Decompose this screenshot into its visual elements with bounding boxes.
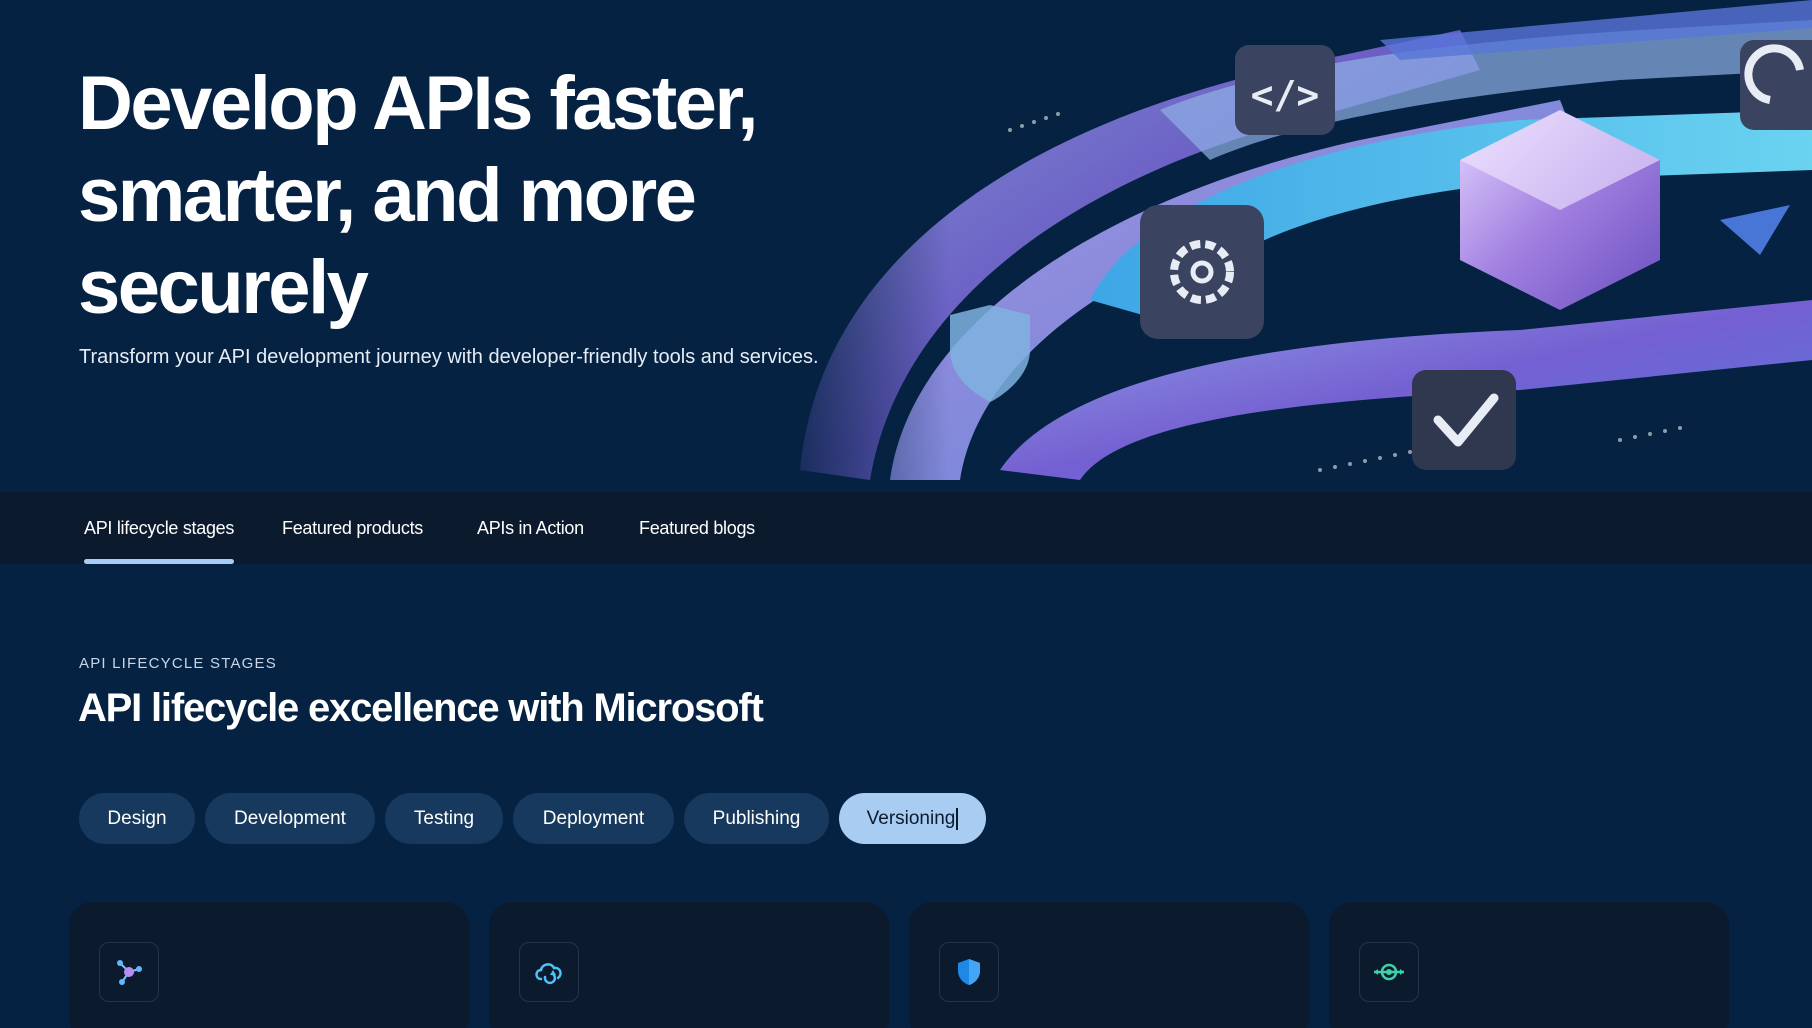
section-title: API lifecycle excellence with Microsoft — [78, 686, 764, 730]
stage-pill-label: Design — [107, 807, 167, 829]
network-nodes-icon — [99, 942, 159, 1002]
section-tab-bar: API lifecycle stages Featured products A… — [0, 492, 1812, 564]
stage-pill-testing[interactable]: Testing — [385, 793, 503, 844]
stage-pill-deployment[interactable]: Deployment — [513, 793, 674, 844]
hero-banner: </> Develop APIs faster, smarter, and mo… — [0, 0, 1812, 492]
stage-pill-versioning[interactable]: Versioning — [839, 793, 986, 844]
stage-pill-label: Testing — [413, 807, 475, 829]
stage-pill-label: Versioning — [866, 807, 956, 829]
stage-pill-publishing[interactable]: Publishing — [684, 793, 829, 844]
tab-featured-products[interactable]: Featured products — [282, 492, 423, 564]
section-eyebrow: API LIFECYCLE STAGES — [79, 655, 277, 672]
hero-subtitle: Transform your API development journey w… — [79, 346, 819, 368]
feature-card[interactable] — [69, 902, 469, 1028]
text-caret — [956, 807, 959, 830]
hero-title: Develop APIs faster, smarter, and more s… — [78, 58, 798, 334]
stage-pill-label: Development — [234, 807, 346, 829]
stage-pill-label: Deployment — [542, 807, 645, 829]
stage-pill-label: Publishing — [712, 807, 801, 829]
target-connection-icon — [1359, 942, 1419, 1002]
hero-title-line-1: Develop APIs faster, — [78, 61, 758, 146]
cloud-sync-icon — [519, 942, 579, 1002]
hero-title-line-3: securely — [78, 245, 369, 330]
shield-icon — [939, 942, 999, 1002]
tab-apis-in-action[interactable]: APIs in Action — [477, 492, 584, 564]
tab-featured-blogs[interactable]: Featured blogs — [639, 492, 755, 564]
feature-card[interactable] — [489, 902, 889, 1028]
hero-illustration: </> — [760, 0, 1812, 492]
hero-title-line-2: smarter, and more — [78, 153, 697, 238]
stage-pill-design[interactable]: Design — [79, 793, 195, 844]
tab-api-lifecycle-stages[interactable]: API lifecycle stages — [84, 492, 234, 564]
feature-card[interactable] — [909, 902, 1309, 1028]
stage-pill-development[interactable]: Development — [205, 793, 375, 844]
feature-card[interactable] — [1329, 902, 1729, 1028]
